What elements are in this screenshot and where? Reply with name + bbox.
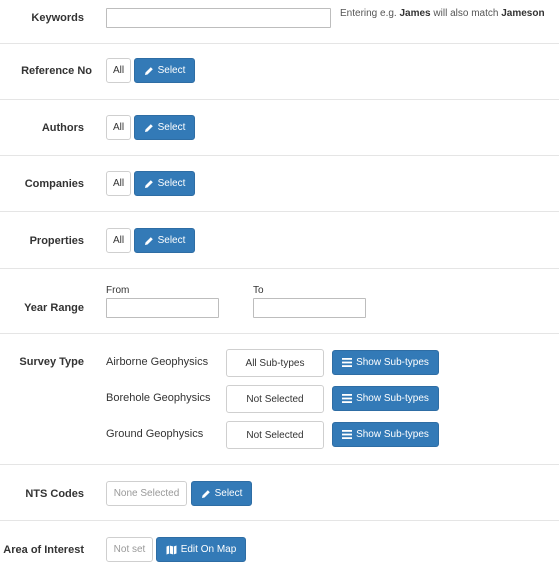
nts-codes-status: None Selected: [106, 481, 187, 506]
year-range-label: Year Range: [24, 302, 84, 314]
map-icon: [166, 545, 177, 554]
survey-type-label: Survey Type: [19, 356, 84, 368]
divider: [0, 155, 559, 156]
year-to-input[interactable]: [253, 298, 366, 318]
list-icon: [342, 394, 353, 403]
survey-subtype-status[interactable]: Not Selected: [226, 421, 324, 449]
divider: [0, 520, 559, 521]
pencil-icon: [144, 66, 153, 75]
properties-select-button[interactable]: Select: [134, 228, 195, 253]
divider: [0, 268, 559, 269]
survey-subtype-status[interactable]: All Sub-types: [226, 349, 324, 377]
help-example: James: [399, 8, 431, 19]
select-label: Select: [214, 488, 243, 499]
keywords-input[interactable]: [106, 8, 331, 28]
help-prefix: Entering e.g.: [340, 8, 400, 19]
pencil-icon: [144, 236, 153, 245]
show-subtypes-label: Show Sub-types: [356, 357, 429, 368]
authors-select-button[interactable]: Select: [134, 115, 195, 140]
divider: [0, 333, 559, 334]
area-of-interest-label: Area of Interest: [3, 544, 84, 556]
divider: [0, 99, 559, 100]
year-from-label: From: [106, 285, 130, 296]
select-label: Select: [157, 122, 186, 133]
pencil-icon: [144, 179, 153, 188]
show-subtypes-button[interactable]: Show Sub-types: [332, 386, 439, 411]
help-middle: will also match: [430, 8, 502, 19]
survey-subtype-name: Ground Geophysics: [106, 428, 204, 440]
companies-label: Companies: [24, 178, 84, 190]
nts-codes-label: NTS Codes: [25, 488, 84, 500]
survey-subtype-name: Borehole Geophysics: [106, 392, 211, 404]
properties-all-button[interactable]: All: [106, 228, 131, 253]
year-from-input[interactable]: [106, 298, 219, 318]
pencil-icon: [144, 123, 153, 132]
select-label: Select: [157, 65, 186, 76]
area-of-interest-status: Not set: [106, 537, 153, 562]
keywords-help: Entering e.g. James will also match Jame…: [340, 8, 545, 19]
keywords-label: Keywords: [31, 12, 84, 24]
help-match: Jameson: [501, 8, 545, 19]
edit-on-map-button[interactable]: Edit On Map: [156, 537, 246, 562]
show-subtypes-button[interactable]: Show Sub-types: [332, 350, 439, 375]
year-to-label: To: [253, 285, 264, 296]
select-label: Select: [157, 178, 186, 189]
pencil-icon: [201, 489, 210, 498]
companies-all-button[interactable]: All: [106, 171, 131, 196]
list-icon: [342, 358, 353, 367]
divider: [0, 43, 559, 44]
show-subtypes-label: Show Sub-types: [356, 393, 429, 404]
nts-codes-select-button[interactable]: Select: [191, 481, 252, 506]
reference-no-select-button[interactable]: Select: [134, 58, 195, 83]
authors-label: Authors: [41, 122, 84, 134]
reference-no-label: Reference No: [21, 65, 92, 77]
show-subtypes-label: Show Sub-types: [356, 429, 429, 440]
companies-select-button[interactable]: Select: [134, 171, 195, 196]
select-label: Select: [157, 235, 186, 246]
divider: [0, 464, 559, 465]
divider: [0, 211, 559, 212]
properties-label: Properties: [29, 235, 84, 247]
edit-on-map-label: Edit On Map: [180, 544, 237, 555]
reference-no-all-button[interactable]: All: [106, 58, 131, 83]
survey-subtype-status[interactable]: Not Selected: [226, 385, 324, 413]
show-subtypes-button[interactable]: Show Sub-types: [332, 422, 439, 447]
list-icon: [342, 430, 353, 439]
authors-all-button[interactable]: All: [106, 115, 131, 140]
survey-subtype-name: Airborne Geophysics: [106, 356, 209, 368]
